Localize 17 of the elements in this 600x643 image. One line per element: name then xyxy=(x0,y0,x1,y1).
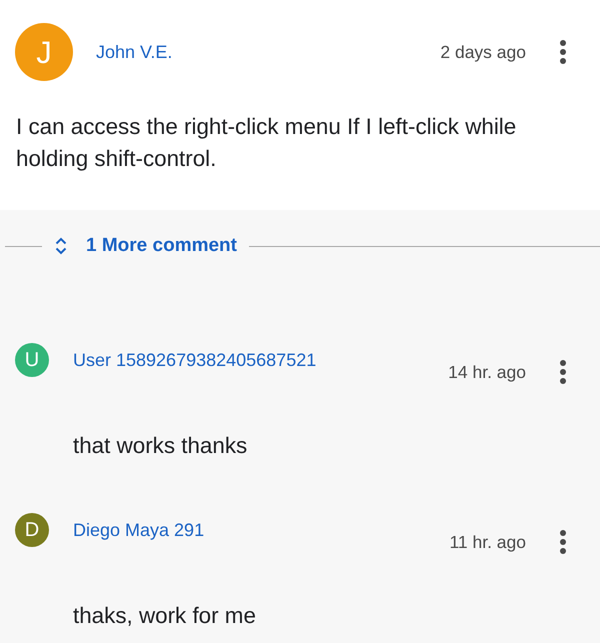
avatar: U xyxy=(15,343,49,377)
more-options-icon[interactable] xyxy=(560,360,566,384)
up-down-chevron-icon xyxy=(55,237,67,255)
reply-text: that works thanks xyxy=(73,432,248,460)
comment-text: I can access the right-click menu If I left-click while holding shift-control. xyxy=(16,113,518,173)
avatar: J xyxy=(15,23,73,81)
more-comments-button[interactable]: 1 More comment xyxy=(42,233,237,259)
timestamp: 11 hr. ago xyxy=(449,531,526,554)
author-link[interactable]: John V.E. xyxy=(96,40,172,64)
avatar: D xyxy=(15,513,49,547)
timestamp: 14 hr. ago xyxy=(448,361,526,384)
reply-text: thaks, work for me xyxy=(73,602,257,630)
author-link[interactable]: User 15892679382405687521 xyxy=(73,348,316,372)
more-options-icon[interactable] xyxy=(560,40,566,64)
timestamp: 2 days ago xyxy=(440,41,526,64)
more-options-icon[interactable] xyxy=(560,530,566,554)
author-link[interactable]: Diego Maya 291 xyxy=(73,518,204,542)
